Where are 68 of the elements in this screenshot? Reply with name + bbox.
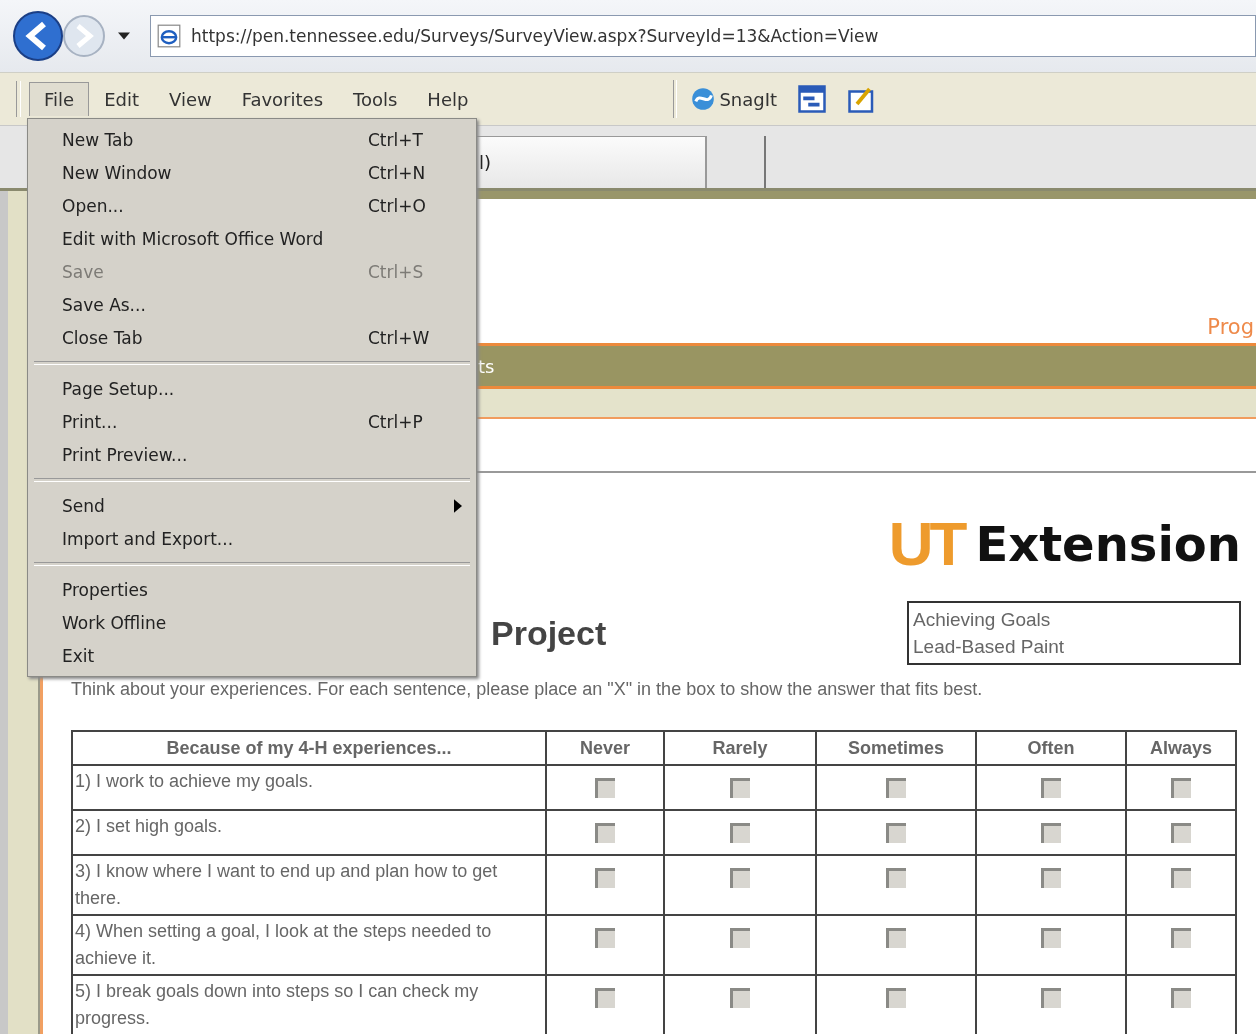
statement-cell: 1) I work to achieve my goals. (72, 765, 546, 810)
window-icon[interactable] (797, 84, 828, 114)
checkbox[interactable] (1171, 928, 1191, 948)
menu-item[interactable]: View (154, 81, 227, 117)
menu-option[interactable]: Page Setup... (28, 372, 476, 405)
column-header: Always (1126, 731, 1236, 765)
page-title: Project (491, 613, 607, 653)
statement-cell: 5) I break goals down into steps so I can check my progress. (72, 975, 546, 1034)
menu-option[interactable]: Print... Ctrl+P (28, 405, 476, 438)
checkbox[interactable] (886, 778, 906, 798)
checkbox[interactable] (730, 823, 750, 843)
checkbox[interactable] (595, 928, 615, 948)
checkbox[interactable] (886, 928, 906, 948)
statement-cell: 4) When setting a goal, I look at the steps needed to achieve it. (72, 915, 546, 975)
menu-option[interactable]: Open... Ctrl+O (28, 189, 476, 222)
column-header: Sometimes (816, 731, 976, 765)
checkbox[interactable] (1171, 778, 1191, 798)
swirl-icon (691, 87, 716, 111)
menu-item[interactable]: File (29, 82, 90, 116)
menu-item[interactable]: Help (412, 81, 484, 117)
checkbox[interactable] (1041, 988, 1061, 1008)
checkbox[interactable] (1041, 868, 1061, 888)
checkbox[interactable] (595, 868, 615, 888)
menu-option[interactable]: Work Offline (28, 606, 476, 639)
checkbox[interactable] (595, 823, 615, 843)
dropdown-caret-icon[interactable] (118, 32, 130, 40)
logo-text: Extension (975, 520, 1241, 568)
checkbox[interactable] (595, 988, 615, 1008)
page-icon (157, 24, 181, 48)
checkbox[interactable] (886, 823, 906, 843)
menu-option[interactable]: Close Tab Ctrl+W (28, 321, 476, 354)
list-option[interactable]: Achieving Goals (913, 606, 1235, 633)
column-header: Rarely (664, 731, 816, 765)
checkbox[interactable] (1041, 778, 1061, 798)
checkbox[interactable] (1041, 823, 1061, 843)
menu-item[interactable]: Tools (338, 81, 413, 117)
statement-cell: 3) I know where I want to end up and plan how to get there. (72, 855, 546, 915)
checkbox[interactable] (1171, 988, 1191, 1008)
list-option[interactable]: Lead-Based Paint (913, 633, 1235, 660)
new-tab-button[interactable] (706, 136, 766, 188)
instructions-text: Think about your experiences. For each sentence, please place an "X" in the box to show the answer that fits best. (71, 679, 984, 700)
column-header: Often (976, 731, 1126, 765)
column-header: Never (546, 731, 664, 765)
snagit-button[interactable]: SnagIt (691, 87, 778, 111)
checkbox[interactable] (1041, 928, 1061, 948)
column-header: Because of my 4-H experiences... (72, 731, 546, 765)
address-field[interactable]: https://pen.tennessee.edu/Surveys/SurveyView.aspx?SurveyId=13&Action=View (150, 15, 1256, 57)
menu-option[interactable]: Send (28, 489, 476, 522)
logo-mark: UT (888, 513, 964, 575)
menu-option[interactable]: Properties (28, 573, 476, 606)
checkbox[interactable] (1171, 823, 1191, 843)
menu-option[interactable]: Exit (28, 639, 476, 672)
statement-cell: 2) I set high goals. (72, 810, 546, 855)
checkbox[interactable] (730, 988, 750, 1008)
checkbox[interactable] (730, 928, 750, 948)
checkbox[interactable] (886, 988, 906, 1008)
menu-option[interactable]: Edit with Microsoft Office Word (28, 222, 476, 255)
menu-option[interactable]: Import and Export... (28, 522, 476, 555)
checkbox[interactable] (730, 778, 750, 798)
checkbox[interactable] (886, 868, 906, 888)
checkbox[interactable] (1171, 868, 1191, 888)
project-list[interactable]: Achieving Goals Lead-Based Paint (907, 601, 1241, 665)
menu-option[interactable]: Print Preview... (28, 438, 476, 471)
menu-item[interactable]: Edit (89, 81, 154, 117)
checkbox[interactable] (730, 868, 750, 888)
checkbox[interactable] (595, 778, 615, 798)
menu-option[interactable]: Save As... (28, 288, 476, 321)
menu-item[interactable]: Favorites (226, 81, 338, 117)
